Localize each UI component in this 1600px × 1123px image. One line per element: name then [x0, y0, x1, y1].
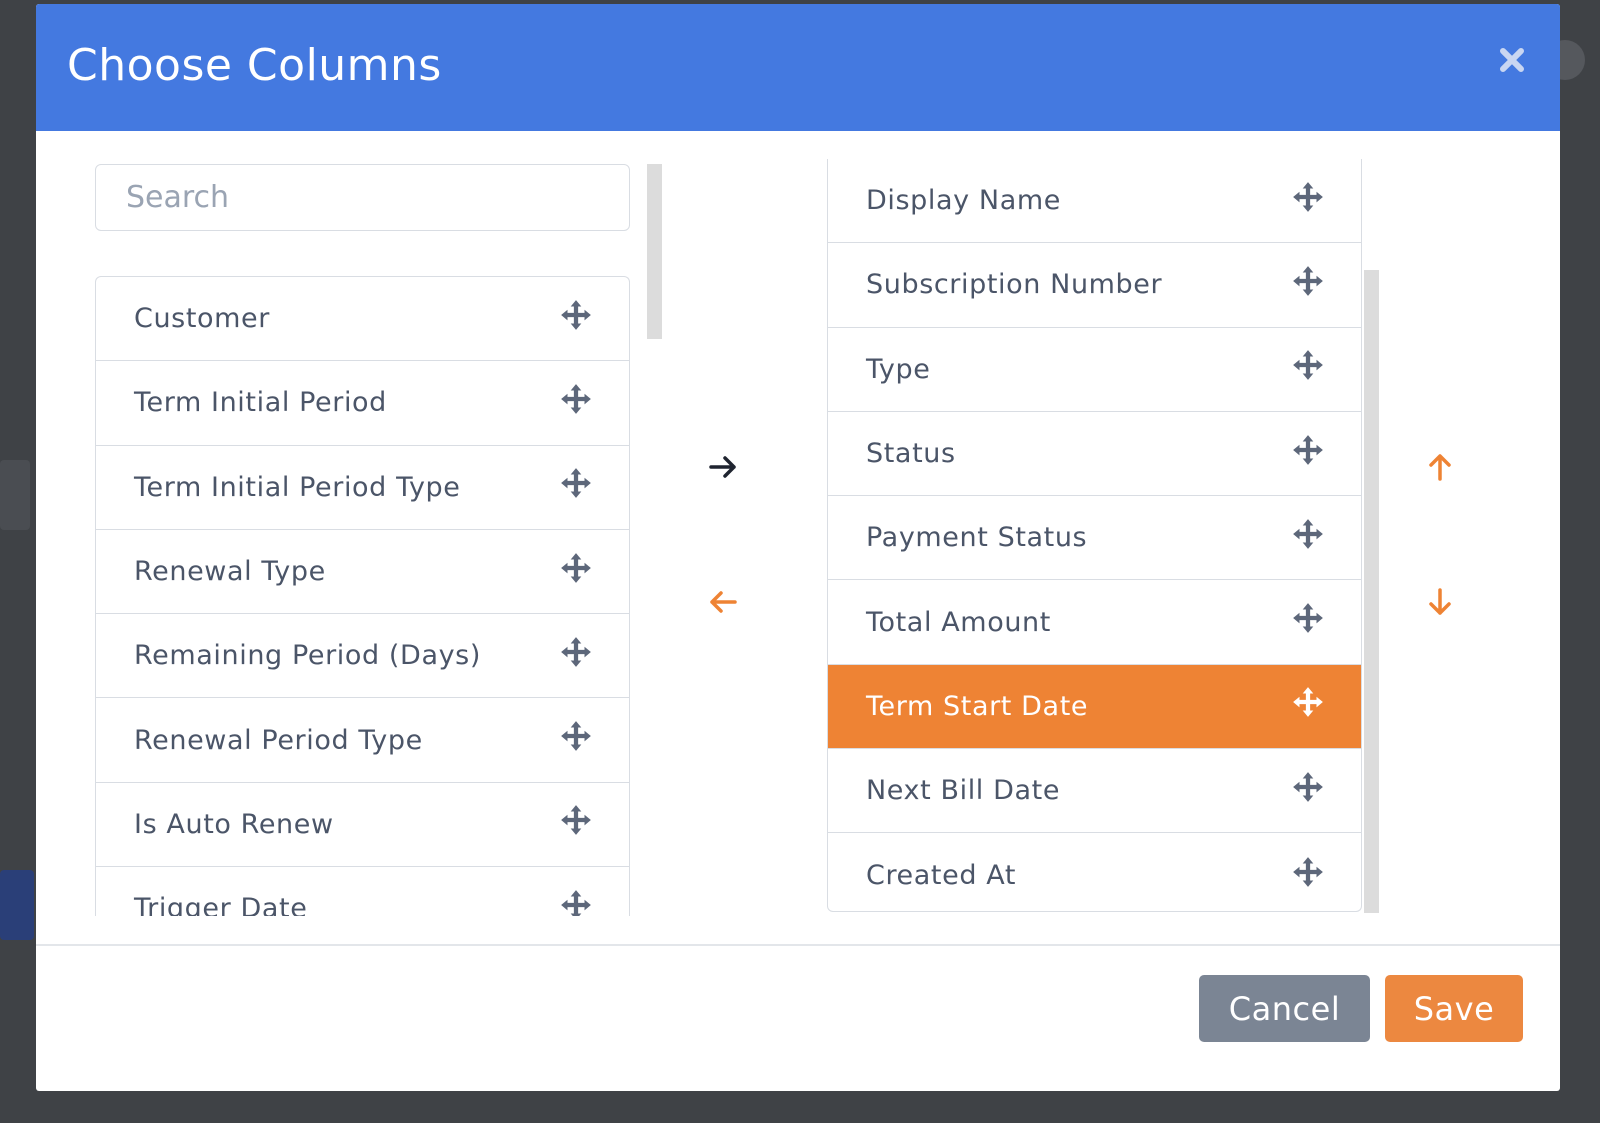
available-column-item-label: Term Initial Period Type [134, 471, 461, 503]
selected-column-item[interactable]: Subscription Number [828, 243, 1361, 328]
selected-column-item-label: Status [866, 438, 956, 470]
available-column-item[interactable]: Renewal Type [96, 530, 629, 615]
available-column-item-label: Is Auto Renew [134, 808, 334, 840]
move-icon[interactable] [559, 298, 593, 332]
move-icon[interactable] [1291, 770, 1325, 804]
remove-column-button[interactable] [701, 580, 745, 624]
move-down-button[interactable] [1418, 580, 1462, 624]
move-up-button[interactable] [1418, 445, 1462, 489]
move-icon[interactable] [559, 635, 593, 669]
arrow-up-icon [1429, 454, 1451, 481]
available-column-item[interactable]: Renewal Period Type [96, 698, 629, 783]
background-page-block [0, 870, 34, 940]
available-column-item-label: Renewal Period Type [134, 724, 423, 756]
selected-columns-list: Display Name Subscription Number Type Statu… [827, 159, 1362, 912]
move-icon[interactable] [1291, 601, 1325, 635]
available-column-item-label: Remaining Period (Days) [134, 640, 481, 672]
selected-column-item-label: Payment Status [866, 522, 1088, 554]
move-icon[interactable] [1291, 517, 1325, 551]
selected-column-item-label: Subscription Number [866, 269, 1163, 301]
move-icon[interactable] [1291, 855, 1325, 889]
search-input[interactable] [95, 164, 630, 231]
move-icon[interactable] [559, 382, 593, 416]
available-column-item[interactable]: Term Initial Period Type [96, 446, 629, 530]
save-button[interactable]: Save [1385, 975, 1523, 1042]
available-column-item[interactable]: Trigger Date [96, 867, 629, 916]
move-icon[interactable] [559, 466, 593, 500]
move-icon[interactable] [1291, 433, 1325, 467]
close-button[interactable] [1492, 40, 1532, 80]
move-icon[interactable] [1291, 348, 1325, 382]
arrow-down-icon [1429, 588, 1451, 615]
add-column-button[interactable] [701, 445, 745, 489]
available-column-item-label: Trigger Date [134, 893, 308, 916]
available-columns-list: Customer Term Initial Period Term Initial … [95, 276, 630, 916]
available-column-item[interactable]: Is Auto Renew [96, 783, 629, 868]
cancel-button[interactable]: Cancel [1199, 975, 1370, 1042]
selected-column-item[interactable]: Created At [828, 833, 1361, 911]
selected-column-item[interactable]: Type [828, 328, 1361, 412]
move-icon[interactable] [1291, 264, 1325, 298]
move-icon[interactable] [1291, 685, 1325, 719]
move-icon[interactable] [559, 719, 593, 753]
selected-column-item[interactable]: Display Name [828, 159, 1361, 244]
available-column-item-label: Customer [134, 303, 270, 335]
selected-column-item-label: Total Amount [866, 606, 1051, 638]
arrow-right-icon [709, 456, 736, 478]
selected-column-item[interactable]: Total Amount [828, 580, 1361, 665]
selected-column-item-label: Term Start Date [866, 690, 1089, 722]
selected-scrollbar[interactable] [1364, 270, 1379, 913]
selected-column-item-label: Type [866, 353, 931, 385]
available-column-item[interactable]: Term Initial Period [96, 361, 629, 446]
footer-divider [36, 944, 1560, 946]
move-icon[interactable] [559, 888, 593, 916]
available-column-item-label: Term Initial Period [134, 387, 387, 419]
selected-column-item[interactable]: Term Start Date [828, 664, 1361, 750]
available-scrollbar[interactable] [647, 164, 662, 339]
selected-column-item-label: Created At [866, 860, 1017, 892]
modal-title: Choose Columns [67, 40, 442, 91]
selected-column-item[interactable]: Next Bill Date [828, 749, 1361, 834]
selected-column-item[interactable]: Status [828, 412, 1361, 497]
selected-column-item[interactable]: Payment Status [828, 496, 1361, 581]
move-icon[interactable] [1291, 180, 1325, 214]
available-column-item-label: Renewal Type [134, 556, 326, 588]
available-column-item[interactable]: Remaining Period (Days) [96, 614, 629, 699]
modal-header: Choose Columns [36, 4, 1560, 131]
background-page-block [0, 460, 30, 530]
move-icon[interactable] [559, 551, 593, 585]
move-icon[interactable] [559, 803, 593, 837]
selected-column-item-label: Next Bill Date [866, 775, 1061, 807]
selected-column-item-label: Display Name [866, 185, 1061, 217]
close-icon [1500, 48, 1524, 72]
available-column-item[interactable]: Customer [96, 277, 629, 362]
arrow-left-icon [710, 591, 737, 613]
choose-columns-modal: Choose Columns Customer Term Initial Peri… [36, 4, 1560, 1091]
